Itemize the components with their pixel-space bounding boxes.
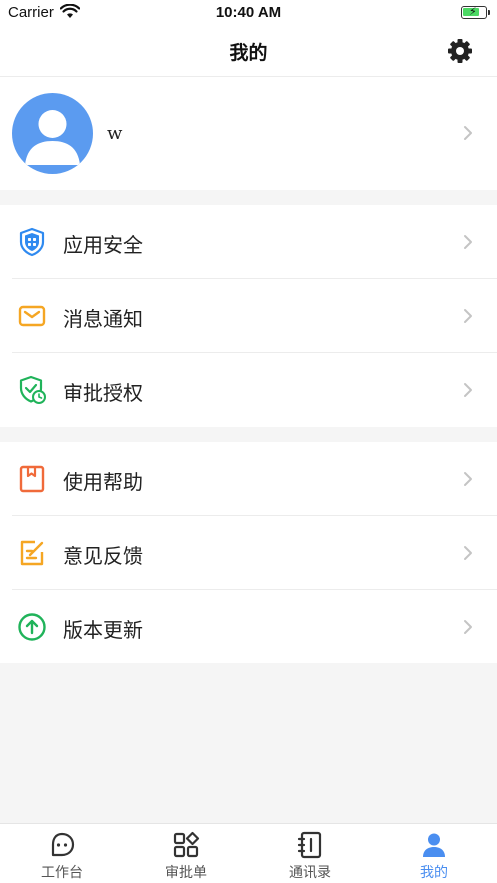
gear-icon[interactable] [446,37,474,65]
grid-icon [173,831,200,858]
contacts-book-icon [297,831,322,859]
feedback-icon [20,540,44,566]
profile-card[interactable]: w [0,77,497,190]
menu-item-label: 版本更新 [63,618,143,642]
tab-label: 我的 [420,865,448,881]
upgrade-icon [18,613,46,641]
person-icon [423,833,445,857]
avatar[interactable] [12,93,93,174]
menu-item-version-update[interactable]: 版本更新 [0,590,497,664]
nav-bar: 我的 [0,26,497,77]
menu-item-feedback[interactable]: 意见反馈 [0,516,497,590]
tab-label: 审批单 [165,865,207,881]
tab-approvals[interactable]: 审批单 [124,824,248,883]
mail-icon [18,305,46,327]
menu-item-approval-authorization[interactable]: 审批授权 [0,353,497,427]
tab-label: 工作台 [41,865,83,881]
clock: 10:40 AM [215,4,282,21]
menu-item-label: 使用帮助 [63,470,143,494]
chevron-right-icon [464,126,472,140]
menu-item-label: 应用安全 [63,233,143,257]
status-bar: Carrier 10:40 AM ⚡ [0,0,497,26]
shield-icon [19,227,45,257]
charging-icon: ⚡ [469,5,477,18]
chevron-right-icon [464,472,472,486]
chat-bubble-icon [51,832,75,857]
tab-me[interactable]: 我的 [372,824,496,883]
menu-item-app-security[interactable]: 应用安全 [0,205,497,279]
chevron-right-icon [464,309,472,323]
menu-group-account: 应用安全 消息通知 审批授权 [0,205,497,427]
tab-bar: 工作台 审批单 通讯录 我的 [0,823,497,883]
menu-group-support: 使用帮助 意见反馈 版本更新 [0,442,497,663]
user-avatar-icon [25,110,80,165]
chevron-right-icon [464,546,472,560]
profile-name: w [107,123,123,144]
page-title: 我的 [229,42,268,64]
chevron-right-icon [464,235,472,249]
menu-item-label: 审批授权 [63,381,143,405]
battery-tip [488,10,490,15]
chevron-right-icon [464,383,472,397]
approval-shield-icon [19,375,46,404]
chevron-right-icon [464,620,472,634]
tab-contacts[interactable]: 通讯录 [248,824,372,883]
menu-item-help[interactable]: 使用帮助 [0,442,497,516]
tab-label: 通讯录 [289,865,331,881]
menu-item-label: 意见反馈 [63,544,143,568]
help-book-icon [19,465,45,493]
tab-workbench[interactable]: 工作台 [0,824,124,883]
menu-item-notifications[interactable]: 消息通知 [0,279,497,353]
menu-item-label: 消息通知 [63,307,143,331]
